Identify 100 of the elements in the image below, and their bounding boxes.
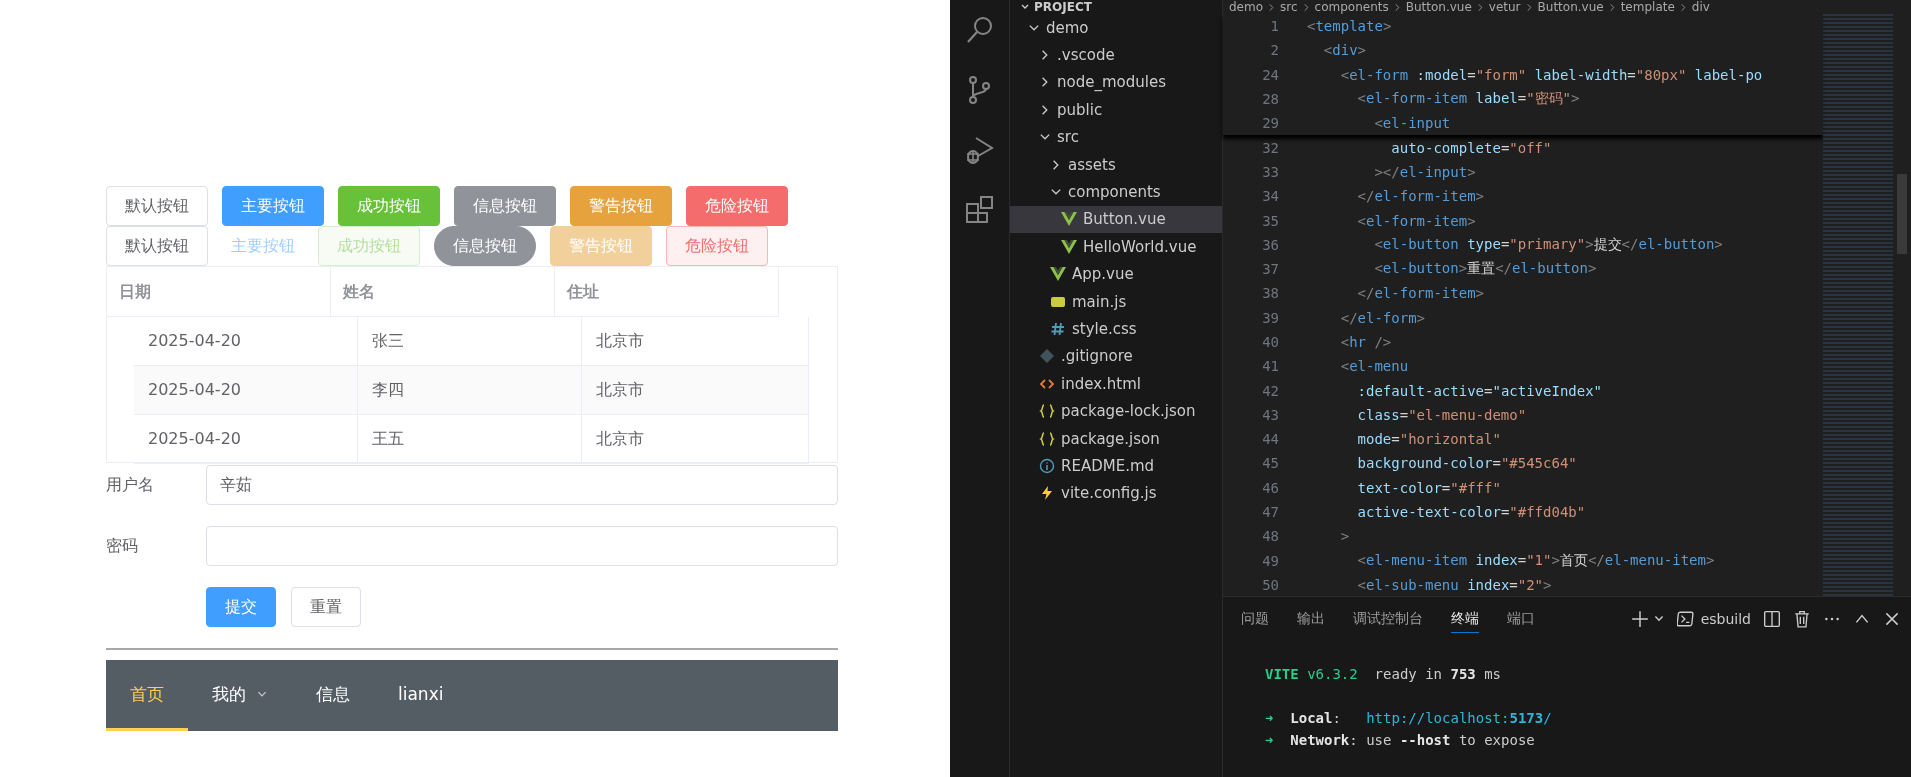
vue-logo-icon [1061, 238, 1077, 255]
panel-tab[interactable]: 问题 [1241, 605, 1269, 633]
close-icon[interactable] [1883, 610, 1901, 628]
tree-item[interactable]: style.css [1010, 315, 1222, 343]
tree-item[interactable]: assets [1010, 150, 1222, 179]
column-header: 日期 [107, 267, 331, 317]
button[interactable]: 默认按钮 [106, 226, 208, 266]
line-number: 48 [1261, 528, 1280, 545]
menu-item[interactable]: 信息 [292, 660, 374, 731]
terminal-line: ➜ Local: http://localhost:5173/ [1265, 709, 1553, 728]
code-line: <template> [1307, 18, 1392, 35]
scrollbar-thumb[interactable] [1897, 174, 1907, 254]
terminal-profile-label[interactable]: esbuild [1700, 611, 1751, 627]
table-cell: 2025-04-20 [134, 317, 358, 365]
table-cell: 2025-04-20 [134, 366, 358, 414]
table-cell: 张三 [358, 317, 582, 365]
tree-item[interactable]: HelloWorld.vue [1010, 233, 1222, 261]
code-line: <el-sub-menu index="2"> [1356, 576, 1552, 593]
line-number: 43 [1261, 406, 1280, 423]
tree-item[interactable]: demo [1010, 14, 1222, 42]
tree-item[interactable]: Button.vue [1010, 205, 1222, 234]
table-cell-text: 北京市 [595, 428, 645, 450]
code-line: <hr /> [1339, 334, 1392, 350]
menu-item[interactable]: lianxi [374, 660, 468, 731]
terminal-line: ➜ Network: use --host to expose [1265, 731, 1536, 750]
button[interactable]: 重置 [291, 587, 361, 627]
code-line: mode="horizontal" [1356, 431, 1501, 448]
breadcrumb-item[interactable]: src [1280, 0, 1298, 14]
line-number: 29 [1261, 115, 1280, 132]
tree-item[interactable]: main.js [1010, 287, 1222, 316]
line-number: 34 [1261, 188, 1280, 205]
panel-tab[interactable]: 调试控制台 [1353, 605, 1423, 633]
table-cell: 王五 [358, 415, 582, 463]
line-number: 50 [1261, 576, 1280, 593]
tree-item[interactable]: package.json [1010, 424, 1222, 453]
tree-item[interactable]: README.md [1010, 452, 1222, 480]
panel-tab[interactable]: 端口 [1507, 605, 1535, 633]
hash-icon [1050, 321, 1066, 337]
line-number: 1 [1269, 18, 1280, 35]
tree-item[interactable]: .vscode [1010, 41, 1222, 69]
table-cell-text: 北京市 [595, 379, 645, 401]
breadcrumb-item[interactable]: components [1314, 0, 1389, 14]
code-line: background-color="#545c64" [1356, 455, 1577, 472]
vue-logo-icon [1050, 266, 1066, 283]
line-number: 42 [1261, 382, 1280, 399]
line-number: 33 [1261, 163, 1280, 180]
tree-item[interactable]: package-lock.json [1010, 397, 1222, 425]
table-cell: 李四 [358, 366, 582, 414]
line-number: 36 [1261, 236, 1280, 253]
code-line: <el-menu-item index="1">首页</el-menu-item> [1356, 551, 1715, 570]
diamond-icon [1039, 348, 1055, 365]
split-icon[interactable] [1763, 610, 1781, 628]
code-line: <el-button>重置</el-button> [1373, 260, 1597, 279]
tree-item[interactable]: App.vue [1010, 260, 1222, 288]
code-line: <el-menu [1339, 358, 1409, 375]
line-number: 45 [1261, 455, 1280, 472]
tree-item[interactable]: src [1010, 123, 1222, 151]
info-icon [1039, 457, 1055, 474]
line-number: 46 [1261, 479, 1280, 496]
tree-item[interactable]: node_modules [1010, 68, 1222, 97]
field-label: 用户名 [106, 474, 155, 496]
extensions-icon[interactable] [963, 194, 996, 226]
line-number: 28 [1261, 91, 1280, 108]
tree-item[interactable]: .gitignore [1010, 342, 1222, 371]
line-number: 49 [1261, 552, 1280, 569]
menu-item[interactable]: 首页 [106, 660, 188, 731]
line-number: 38 [1261, 285, 1280, 302]
code-line: <el-form :model="form" label-width="80px" label-po [1339, 66, 1763, 83]
menu-item[interactable]: 我的 [188, 660, 292, 731]
breadcrumb-item[interactable]: vetur [1488, 0, 1521, 14]
input-field[interactable] [206, 526, 838, 566]
line-number: 35 [1261, 212, 1280, 229]
terminal-icon[interactable] [1676, 610, 1695, 628]
explorer-title: PROJECT [1034, 0, 1092, 14]
panel-tab[interactable]: 输出 [1297, 605, 1325, 633]
tree-item[interactable]: index.html [1010, 370, 1222, 398]
tree-item[interactable]: vite.config.js [1010, 479, 1222, 508]
tree-item[interactable]: components [1010, 178, 1222, 206]
tree-item[interactable]: public [1010, 96, 1222, 124]
panel-tab[interactable]: 终端 [1451, 605, 1479, 633]
line-number: 32 [1261, 139, 1280, 156]
breadcrumb-item[interactable]: Button.vue [1405, 0, 1472, 14]
code-line: class="el-menu-demo" [1356, 406, 1527, 423]
trash-icon[interactable] [1793, 610, 1811, 628]
line-number: 24 [1261, 66, 1280, 83]
breadcrumb-item[interactable]: Button.vue [1537, 0, 1604, 14]
code-line: </el-form-item> [1356, 188, 1485, 205]
line-number: 41 [1261, 358, 1280, 375]
breadcrumb-item[interactable]: div [1691, 0, 1710, 14]
line-number: 39 [1261, 309, 1280, 326]
breadcrumb-item[interactable]: template [1620, 0, 1675, 14]
code-line: <div> [1322, 42, 1367, 59]
plus-icon[interactable] [1630, 610, 1649, 628]
line-number: 37 [1261, 261, 1280, 278]
table-cell-text: 北京市 [595, 330, 645, 352]
input-field[interactable]: 辛茹 [206, 465, 838, 505]
code-line: <el-form-item> [1356, 212, 1476, 229]
button[interactable]: 默认按钮 [106, 186, 208, 226]
code-line: auto-complete="off" [1390, 139, 1552, 156]
breadcrumb-item[interactable]: demo [1229, 0, 1264, 14]
